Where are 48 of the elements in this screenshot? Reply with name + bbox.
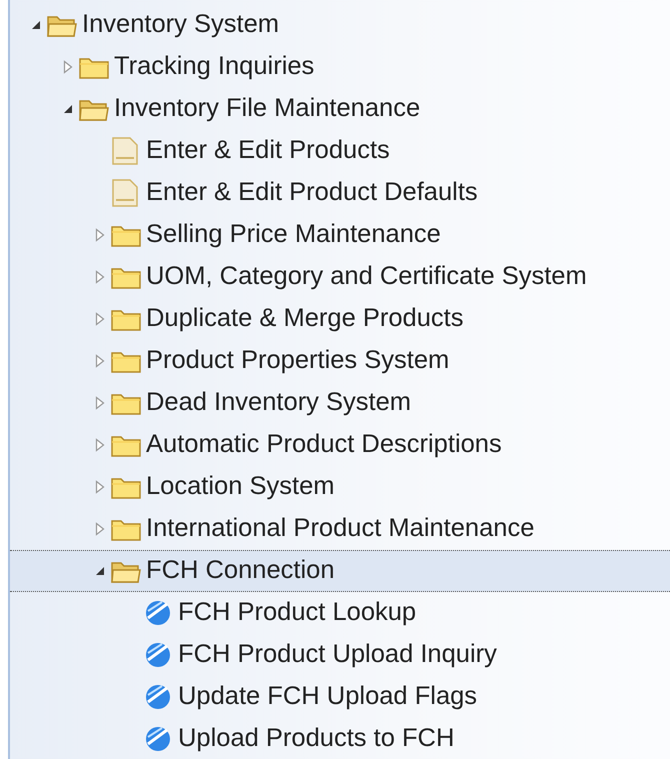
tree-item-label: International Product Maintenance [146,516,534,542]
tree-item[interactable]: Selling Price Maintenance [10,214,670,256]
tree-item-label: Product Properties System [146,348,450,374]
tree-item[interactable]: Duplicate & Merge Products [10,298,670,340]
tree-item-label: Update FCH Upload Flags [178,684,478,710]
tree-item[interactable]: Dead Inventory System [10,382,670,424]
expand-arrow-icon[interactable] [63,60,73,74]
tree-item[interactable]: Enter & Edit Product Defaults [10,172,670,214]
tree-item[interactable]: Tracking Inquiries [10,46,670,88]
tree-item-label: Duplicate & Merge Products [146,306,464,332]
tree-item-label: Location System [146,474,335,500]
tree-item[interactable]: Product Properties System [10,340,670,382]
tree-item[interactable]: Enter & Edit Products [10,130,670,172]
tree-item-label: FCH Product Upload Inquiry [178,642,497,668]
collapse-arrow-icon[interactable] [63,104,73,114]
tree-item-label: Enter & Edit Products [146,138,390,164]
tree-item[interactable]: FCH Product Upload Inquiry [10,634,670,676]
tree-item-label: FCH Connection [146,558,334,584]
tree-item[interactable]: Location System [10,466,670,508]
tree-item[interactable]: International Product Maintenance [10,508,670,550]
expand-arrow-icon[interactable] [95,228,105,242]
collapse-arrow-icon[interactable] [95,566,105,576]
expand-arrow-icon[interactable] [95,396,105,410]
tree-item[interactable]: FCH Product Lookup [10,592,670,634]
tree-item-label: Selling Price Maintenance [146,222,441,248]
tree-item-label: Enter & Edit Product Defaults [146,180,478,206]
tree-item[interactable]: Update FCH Upload Flags [10,676,670,718]
tree-item[interactable]: FCH Connection [10,550,670,592]
tree-item[interactable]: Inventory System [10,4,670,46]
tree-item-label: FCH Product Lookup [178,600,416,626]
expand-arrow-icon[interactable] [95,312,105,326]
tree-item[interactable]: Upload Products to FCH [10,718,670,759]
expand-arrow-icon[interactable] [95,354,105,368]
tree-item-label: Automatic Product Descriptions [146,432,502,458]
tree-item-label: Inventory File Maintenance [114,96,420,122]
expand-arrow-icon[interactable] [95,270,105,284]
tree-item[interactable]: UOM, Category and Certificate System [10,256,670,298]
tree-item-label: UOM, Category and Certificate System [146,264,587,290]
expand-arrow-icon[interactable] [95,480,105,494]
tree-item-label: Upload Products to FCH [178,726,454,752]
expand-arrow-icon[interactable] [95,522,105,536]
tree-item-label: Dead Inventory System [146,390,412,416]
tree-item[interactable]: Inventory File Maintenance [10,88,670,130]
tree-item-label: Tracking Inquiries [114,54,314,80]
expand-arrow-icon[interactable] [95,438,105,452]
tree-item-label: Inventory System [82,12,279,38]
collapse-arrow-icon[interactable] [31,20,41,30]
tree-item[interactable]: Automatic Product Descriptions [10,424,670,466]
